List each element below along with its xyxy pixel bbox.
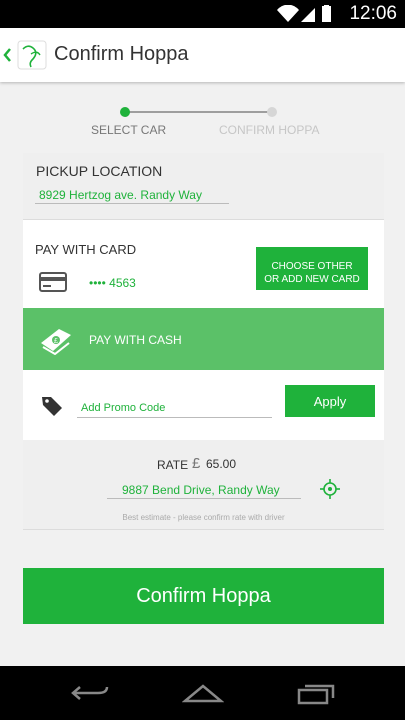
step-label-confirm-hoppa: CONFIRM HOPPA: [219, 123, 320, 137]
tag-icon: [42, 397, 62, 416]
back-icon[interactable]: [70, 683, 110, 703]
page-title: Confirm Hoppa: [54, 43, 189, 65]
rate-note: Best estimate - please confirm rate with…: [122, 513, 285, 522]
confirm-hoppa-button[interactable]: Confirm Hoppa: [23, 568, 384, 624]
cash-icon: £: [41, 329, 71, 355]
choose-other-card-button[interactable]: CHOOSE OTHER OR ADD NEW CARD: [256, 247, 368, 290]
rate-currency: £: [192, 455, 201, 472]
chevron-left-icon: [3, 48, 11, 62]
pickup-underline: [35, 203, 229, 204]
pickup-heading: PICKUP LOCATION: [36, 163, 163, 179]
rate-value: 65.00: [206, 457, 237, 471]
rate-section: RATE £ 65.00 9887 Bend Drive, Randy Way …: [23, 440, 384, 530]
step-label-select-car: SELECT CAR: [91, 123, 167, 137]
pay-with-cash-option[interactable]: £ PAY WITH CASH: [23, 308, 384, 370]
choose-card-line2: OR ADD NEW CARD: [264, 273, 360, 285]
pay-with-card-section[interactable]: PAY WITH CARD •••• 4563 CHOOSE OTHER OR …: [23, 220, 384, 308]
step-dot-select-car: [120, 107, 130, 117]
promo-section: Apply: [23, 370, 384, 440]
step-dot-confirm-hoppa: [267, 107, 277, 117]
status-time: 12:06: [349, 3, 397, 24]
hoppa-logo-icon: [3, 40, 47, 70]
choose-card-line1: CHOOSE OTHER: [271, 260, 353, 272]
pickup-address[interactable]: 8929 Hertzog ave. Randy Way: [39, 188, 202, 202]
app-bar: Confirm Hoppa: [0, 28, 405, 82]
card-number: •••• 4563: [89, 276, 136, 290]
back-button[interactable]: [2, 40, 50, 70]
pay-cash-label: PAY WITH CASH: [89, 333, 182, 347]
apply-promo-button[interactable]: Apply: [285, 385, 375, 417]
battery-icon: [322, 5, 331, 22]
destination-underline: [107, 498, 301, 499]
destination-address[interactable]: 9887 Bend Drive, Randy Way: [122, 483, 280, 497]
credit-card-icon: [39, 272, 67, 292]
system-nav-bar: [0, 666, 405, 720]
rate-label: RATE: [157, 458, 189, 472]
stepper-line: [125, 111, 272, 113]
crosshair-icon[interactable]: [320, 479, 340, 499]
pickup-location-section[interactable]: PICKUP LOCATION 8929 Hertzog ave. Randy …: [23, 153, 384, 220]
recent-apps-icon[interactable]: [297, 683, 335, 705]
svg-text:£: £: [54, 338, 58, 345]
home-icon[interactable]: [182, 683, 224, 703]
wifi-icon: [277, 5, 299, 22]
promo-code-input[interactable]: [77, 398, 272, 418]
status-bar: 12:06: [0, 0, 405, 28]
progress-stepper: SELECT CAR CONFIRM HOPPA: [0, 100, 405, 140]
pay-card-heading: PAY WITH CARD: [35, 242, 137, 257]
status-icons: [277, 5, 331, 22]
signal-icon: [301, 8, 315, 22]
